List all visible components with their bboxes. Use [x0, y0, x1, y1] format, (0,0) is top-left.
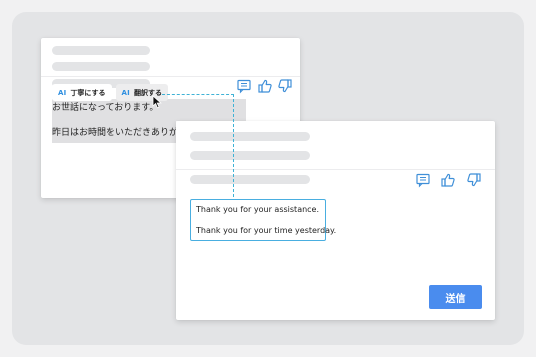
divider — [41, 76, 300, 77]
translation-output[interactable]: Thank you for your assistance. Thank you… — [190, 199, 337, 241]
ai-toolbar: AI 丁寧にする AI 翻訳する — [52, 84, 168, 101]
divider — [176, 169, 495, 170]
placeholder-bar — [52, 62, 150, 71]
translation-line-2: Thank you for your time yesterday. — [196, 226, 337, 235]
thumbs-up-icon[interactable] — [440, 172, 456, 188]
translation-line-1: Thank you for your assistance. — [196, 205, 320, 214]
comment-icon[interactable] — [236, 78, 252, 94]
make-polite-label: 丁寧にする — [70, 88, 106, 97]
thumbs-up-icon[interactable] — [257, 78, 273, 94]
thumbs-down-icon[interactable] — [277, 78, 293, 94]
connector-line — [162, 94, 234, 95]
send-button[interactable]: 送信 — [429, 285, 482, 309]
source-line-1: お世話になっております。 — [52, 103, 159, 113]
thumbs-down-icon[interactable] — [466, 172, 482, 188]
pointer-cursor-icon — [152, 94, 162, 109]
ai-badge: AI — [58, 88, 67, 97]
placeholder-bar — [190, 132, 310, 141]
placeholder-bar — [190, 175, 310, 184]
source-line-2: 昨日はお時間をいただきありがとう — [52, 128, 176, 138]
placeholder-bar — [190, 151, 310, 160]
connector-line — [233, 94, 234, 202]
make-polite-button[interactable]: AI 丁寧にする — [52, 84, 112, 101]
comment-icon[interactable] — [415, 172, 431, 188]
ai-badge: AI — [121, 88, 130, 97]
placeholder-bar — [52, 46, 150, 55]
